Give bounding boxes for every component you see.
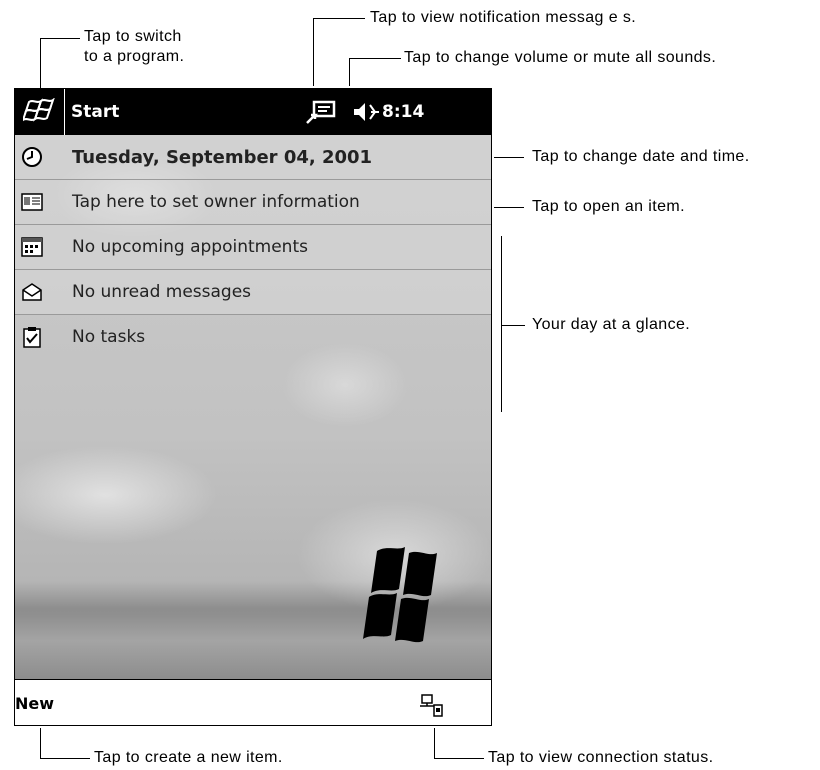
callout-notifications: Tap to view notification messag e s. [370,9,637,26]
callout-switch-line1: Tap to switch [84,28,182,45]
windows-logo-icon [363,547,437,643]
clock-display[interactable]: 8:14 [382,102,424,122]
callout-new-item: Tap to create a new item. [94,749,283,766]
callout-line-new-h [40,758,90,759]
messages-label: No unread messages [72,282,252,302]
callout-volume: Tap to change volume or mute all sounds. [404,49,717,66]
tasks-label: No tasks [72,327,146,347]
callout-line-notif [313,18,314,86]
date-label: Tuesday, September 04, 2001 [72,147,373,168]
today-screen: Tuesday, September 04, 2001 Tap here to … [15,135,491,679]
appointments-label: No upcoming appointments [72,237,308,257]
callout-line-new [40,728,41,758]
callout-line-glance [501,325,525,326]
windows-flag-icon [23,98,55,122]
envelope-icon [22,283,42,301]
today-item-tasks[interactable]: No tasks [15,315,491,359]
clock-icon [22,147,42,167]
start-menu-button[interactable] [15,89,65,135]
callout-line-volume-h [349,58,401,59]
callout-date-time: Tap to change date and time. [532,148,750,165]
owner-card-icon [21,193,43,211]
callout-line-notif-h [313,18,365,19]
callout-connection: Tap to view connection status. [488,749,714,766]
navigation-bar: Start 8:14 [15,89,491,135]
calendar-icon [21,237,43,257]
callout-day-glance: Your day at a glance. [532,316,691,333]
callout-line-volume [349,58,350,86]
today-item-messages[interactable]: No unread messages [15,270,491,315]
start-label[interactable]: Start [71,102,119,122]
callout-open-item: Tap to open an item. [532,198,685,215]
callout-line-switch [40,38,41,88]
owner-info-label: Tap here to set owner information [72,192,360,212]
callout-bracket-glance [501,236,502,412]
task-clipboard-icon [23,327,41,348]
pocket-pc-screen: Start 8:14 Tuesday, September 04, 2001 T… [14,88,492,726]
command-bar: New [15,679,491,725]
volume-icon[interactable] [352,100,382,124]
notification-icon[interactable] [305,99,337,125]
new-button[interactable]: New [15,694,54,713]
callout-line-open [494,207,524,208]
callout-line-date [494,157,524,158]
today-item-date[interactable]: Tuesday, September 04, 2001 [15,135,491,180]
today-item-owner[interactable]: Tap here to set owner information [15,180,491,225]
callout-line-conn [434,728,435,758]
callout-line-conn-h [434,758,484,759]
today-item-appointments[interactable]: No upcoming appointments [15,225,491,270]
connection-status-icon[interactable] [419,694,445,718]
callout-switch-line2: to a program. [84,48,185,65]
callout-line-switch-h [40,38,80,39]
